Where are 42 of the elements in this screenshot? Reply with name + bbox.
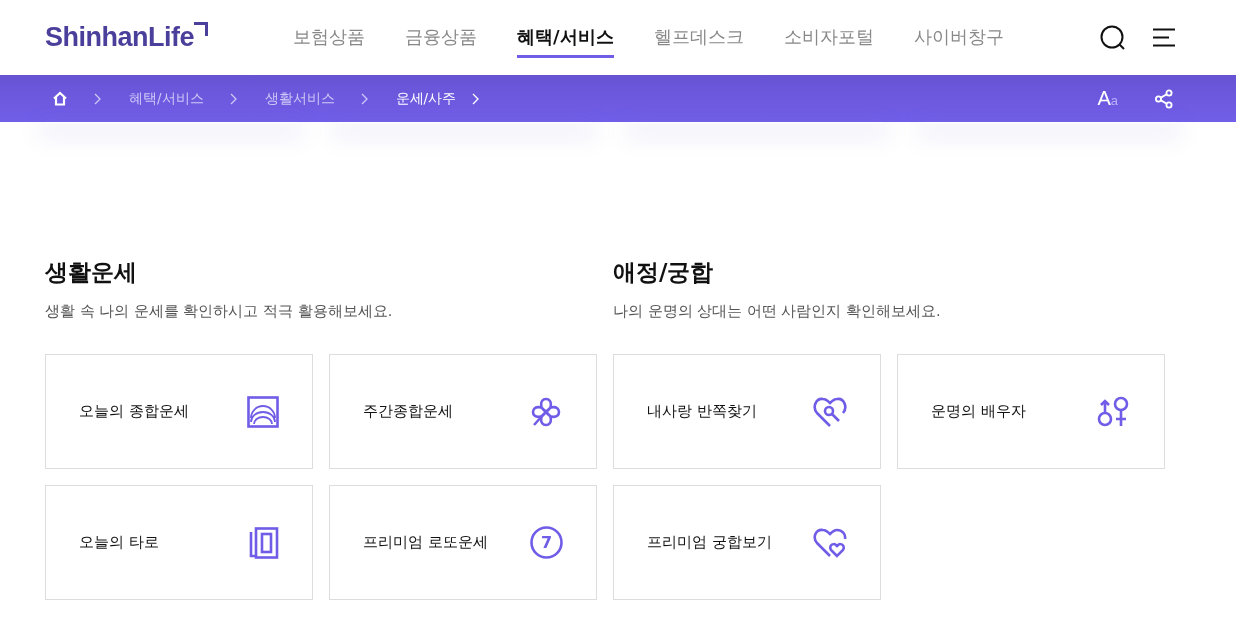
nav-tab[interactable]: 소비자포털 [783, 17, 874, 58]
card-label: 주간종합운세 [363, 402, 453, 421]
chevron-right-icon [229, 92, 237, 105]
sunrise-icon [247, 395, 279, 428]
section-subtitle: 나의 운명의 상대는 어떤 사람인지 확인해보세요. [613, 302, 942, 321]
nav-tab[interactable]: 혜택/서비스 [517, 17, 614, 58]
service-card[interactable]: 내사랑 반쪽찾기 [613, 354, 881, 469]
service-card[interactable]: 주간종합운세 [329, 354, 597, 469]
gender-symbols-icon [1097, 394, 1131, 429]
font-size-button[interactable]: Aa [1097, 87, 1118, 110]
two-hearts-icon [813, 526, 847, 559]
cards-icon [249, 526, 279, 559]
card-label: 운명의 배우자 [931, 402, 1026, 421]
logo-corner-mark [194, 22, 208, 36]
service-card[interactable]: 오늘의 종합운세 [45, 354, 313, 469]
nav-tab[interactable]: 금융상품 [405, 17, 477, 58]
section-subtitle: 생활 속 나의 운세를 확인하시고 적극 활용해보세요. [45, 302, 394, 321]
chevron-right-icon [360, 92, 368, 105]
card-label: 프리미엄 궁합보기 [647, 533, 772, 552]
section-title: 생활운세 [45, 258, 138, 287]
service-card[interactable]: 운명의 배우자 [897, 354, 1165, 469]
nav-tab[interactable]: 보험상품 [293, 17, 365, 58]
card-label: 오늘의 타로 [79, 533, 159, 552]
share-icon[interactable] [1154, 88, 1174, 109]
search-icon[interactable] [1100, 24, 1126, 51]
number-ball-icon: 7 [530, 526, 563, 559]
card-label: 내사랑 반쪽찾기 [647, 402, 757, 421]
home-icon[interactable] [52, 91, 68, 106]
card-label: 오늘의 종합운세 [79, 402, 189, 421]
chevron-right-icon [94, 92, 101, 105]
menu-icon[interactable] [1152, 28, 1176, 47]
service-card[interactable]: 오늘의 타로 [45, 485, 313, 600]
heart-search-icon [813, 395, 847, 428]
nav-tab[interactable]: 헬프데스크 [653, 17, 744, 58]
breadcrumb-link[interactable]: 운세/사주 [395, 89, 457, 108]
service-card[interactable]: 프리미엄 로또운세 7 [329, 485, 597, 600]
chevron-right-icon [472, 92, 480, 105]
service-card[interactable]: 프리미엄 궁합보기 [613, 485, 881, 600]
card-label: 프리미엄 로또운세 [363, 533, 488, 552]
nav-tab[interactable]: 사이버창구 [913, 17, 1004, 58]
logo[interactable]: ShinhanLife [45, 22, 194, 53]
section-title: 애정/궁합 [613, 258, 715, 287]
